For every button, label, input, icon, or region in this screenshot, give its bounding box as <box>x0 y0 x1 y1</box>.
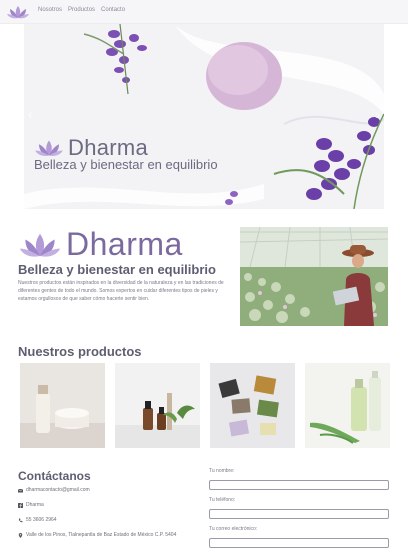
product-image <box>115 363 200 448</box>
email-field[interactable] <box>209 538 389 548</box>
carousel-indicator[interactable] <box>213 201 225 203</box>
product-card[interactable] <box>115 363 200 448</box>
carousel-prev-icon[interactable]: ‹ <box>28 106 33 122</box>
products-title: Nuestros productos <box>18 344 142 359</box>
name-label: Tu nombre: <box>209 468 235 474</box>
product-card[interactable] <box>20 363 105 448</box>
lotus-icon <box>35 140 63 156</box>
contact-address-text: Valle de los Pinos, Tlalnepantla de Baz … <box>26 532 177 538</box>
about-text: Nuestros productos están inspirados en l… <box>18 280 224 302</box>
contact-phone[interactable]: 55 3606 2964 <box>18 517 57 523</box>
name-field[interactable] <box>209 480 389 490</box>
carousel-indicator[interactable] <box>183 201 195 203</box>
map-marker-icon <box>18 532 23 538</box>
lotus-logo-icon[interactable] <box>6 4 30 20</box>
phone-icon <box>18 518 23 522</box>
about-brand: Dharma <box>18 226 183 263</box>
contact-email-text: dharmacontacto@gmail.com <box>26 487 90 493</box>
nav-link-productos[interactable]: Productos <box>68 7 95 13</box>
contact-facebook[interactable]: Dharma <box>18 502 44 508</box>
hero-carousel: Dharma Belleza y bienestar en equilibrio… <box>24 24 384 209</box>
product-image <box>210 363 295 448</box>
contact-email[interactable]: dharmacontacto@gmail.com <box>18 487 90 493</box>
phone-label: Tu teléfono: <box>209 497 236 503</box>
phone-field[interactable] <box>209 509 389 519</box>
about-brand-name: Dharma <box>66 226 183 262</box>
hero-image <box>24 24 384 209</box>
product-image <box>20 363 105 448</box>
contact-address: Valle de los Pinos, Tlalnepantla de Baz … <box>18 532 176 538</box>
hero-tagline: Belleza y bienestar en equilibrio <box>34 157 218 172</box>
contact-title: Contáctanos <box>18 469 91 483</box>
carousel-indicators <box>183 201 225 203</box>
carousel-indicator[interactable] <box>198 201 210 203</box>
carousel-next-icon[interactable]: › <box>375 106 380 122</box>
lotus-icon <box>19 233 61 257</box>
greenhouse-photo <box>240 227 388 326</box>
nav-link-contacto[interactable]: Contacto <box>101 7 125 13</box>
product-card[interactable] <box>210 363 295 448</box>
product-image <box>305 363 390 448</box>
nav-link-nosotros[interactable]: Nosotros <box>38 7 62 13</box>
envelope-icon <box>18 488 23 492</box>
product-card[interactable] <box>305 363 390 448</box>
facebook-icon <box>18 502 23 508</box>
about-title: Belleza y bienestar en equilibrio <box>18 262 216 277</box>
contact-phone-text: 55 3606 2964 <box>26 517 57 523</box>
contact-facebook-text: Dharma <box>26 502 44 508</box>
email-label: Tu correo electrónico: <box>209 526 258 532</box>
navbar: Nosotros Productos Contacto <box>0 0 408 24</box>
